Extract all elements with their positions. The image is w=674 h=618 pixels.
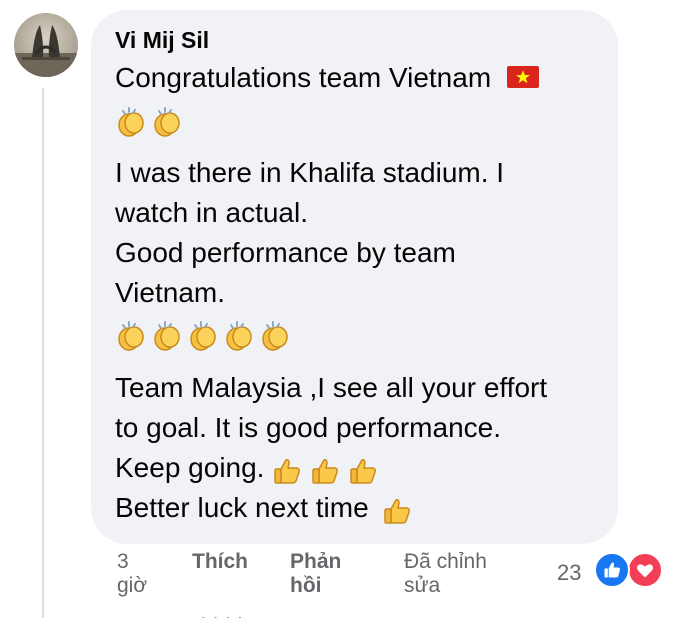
edited-label-line: Đã chỉnh <box>404 550 487 573</box>
clapping-hands-icon <box>259 320 291 352</box>
reaction-count[interactable]: 23 <box>557 560 581 586</box>
comment-text: Keep going. <box>115 452 265 483</box>
comment-line: Congratulations team Vietnam <box>115 58 539 98</box>
comment-line: Keep going. <box>115 448 378 490</box>
comment-line: Better luck next time <box>115 488 412 530</box>
comment-line: Good performance by team <box>115 237 456 268</box>
like-icon[interactable] <box>594 552 630 588</box>
clapping-hands-icon <box>151 320 183 352</box>
reply-label-line: hồi <box>290 574 322 597</box>
edited-label-line: sửa <box>404 574 441 597</box>
vietnam-flag-icon <box>506 65 539 88</box>
emoji-row <box>115 316 291 356</box>
clapping-hands-icon <box>187 320 219 352</box>
avatar-image <box>14 25 78 77</box>
thumbs-up-icon <box>376 490 412 530</box>
comment-line: I was there in Khalifa stadium. I <box>115 157 505 188</box>
comment-line: Team Malaysia ,I see all your effort <box>115 372 548 403</box>
thumbs-up-icon <box>310 450 340 490</box>
timestamp-line: 3 <box>117 550 129 573</box>
like-button[interactable]: Thích <box>192 550 248 574</box>
love-icon[interactable] <box>627 552 663 588</box>
thumbs-up-icon <box>272 450 302 490</box>
edited-indicator[interactable]: Đã chỉnh sửa <box>404 550 487 598</box>
comment-thread: Vi Mij Sil Congratulations team Vietnam … <box>0 0 674 618</box>
clapping-hands-icon <box>223 320 255 352</box>
clapping-hands-icon <box>115 106 147 138</box>
comment-text: Better luck next time <box>115 492 369 523</box>
comment-author[interactable]: Vi Mij Sil <box>115 26 209 54</box>
timestamp-line: giờ <box>117 574 148 597</box>
reply-button[interactable]: Phản hồi <box>290 550 341 598</box>
timestamp[interactable]: 3 giờ <box>117 550 147 598</box>
comment-line: Vietnam. <box>115 277 225 308</box>
avatar[interactable] <box>14 13 78 77</box>
reply-label-line: Phản <box>290 550 342 573</box>
clapping-hands-icon <box>115 320 147 352</box>
next-comment-partial: · · · · <box>200 608 243 618</box>
emoji-row <box>115 102 183 142</box>
comment-line: watch in actual. <box>115 197 308 228</box>
comment-line: to goal. It is good performance. <box>115 412 501 443</box>
thumbs-up-icon <box>348 450 378 490</box>
comment-text: Congratulations team Vietnam <box>115 62 492 93</box>
clapping-hands-icon <box>151 106 183 138</box>
thread-line <box>42 88 44 618</box>
